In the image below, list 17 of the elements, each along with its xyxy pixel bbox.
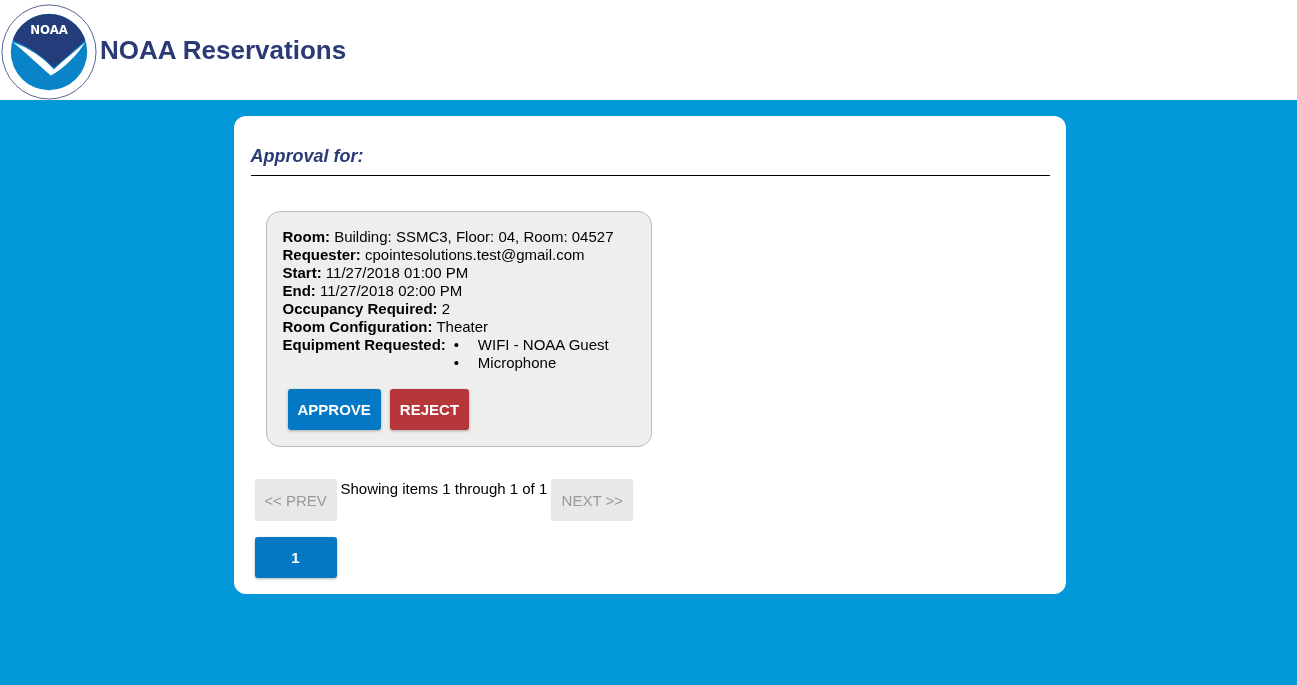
equipment-item: WIFI - NOAA Guest <box>477 336 609 354</box>
bullet: • <box>453 336 461 354</box>
site-title: NOAA Reservations <box>100 34 347 66</box>
equipment-item: Microphone <box>477 354 557 372</box>
pagination-summary: Showing items 1 through 1 of 1 <box>340 479 548 498</box>
detail-line: Room Configuration: Theater <box>282 318 490 336</box>
approve-button[interactable]: APPROVE <box>287 389 381 430</box>
detail-line: Start: 11/27/2018 01:00 PM <box>282 264 470 282</box>
section-title: Approval for: <box>250 146 1050 176</box>
reject-button[interactable]: REJECT <box>389 389 470 430</box>
detail-line: Requester: cpointesolutions.test@gmail.com <box>282 246 586 264</box>
bullet: • <box>453 354 461 372</box>
detail-line: End: 11/27/2018 02:00 PM <box>282 282 464 300</box>
page-button[interactable]: 1 <box>254 537 337 578</box>
detail-line: Occupancy Required: 2 <box>282 300 452 318</box>
equipment-label: Equipment Requested: <box>282 336 446 355</box>
detail-line: Room: Building: SSMC3, Floor: 04, Room: 04527 <box>282 228 615 246</box>
